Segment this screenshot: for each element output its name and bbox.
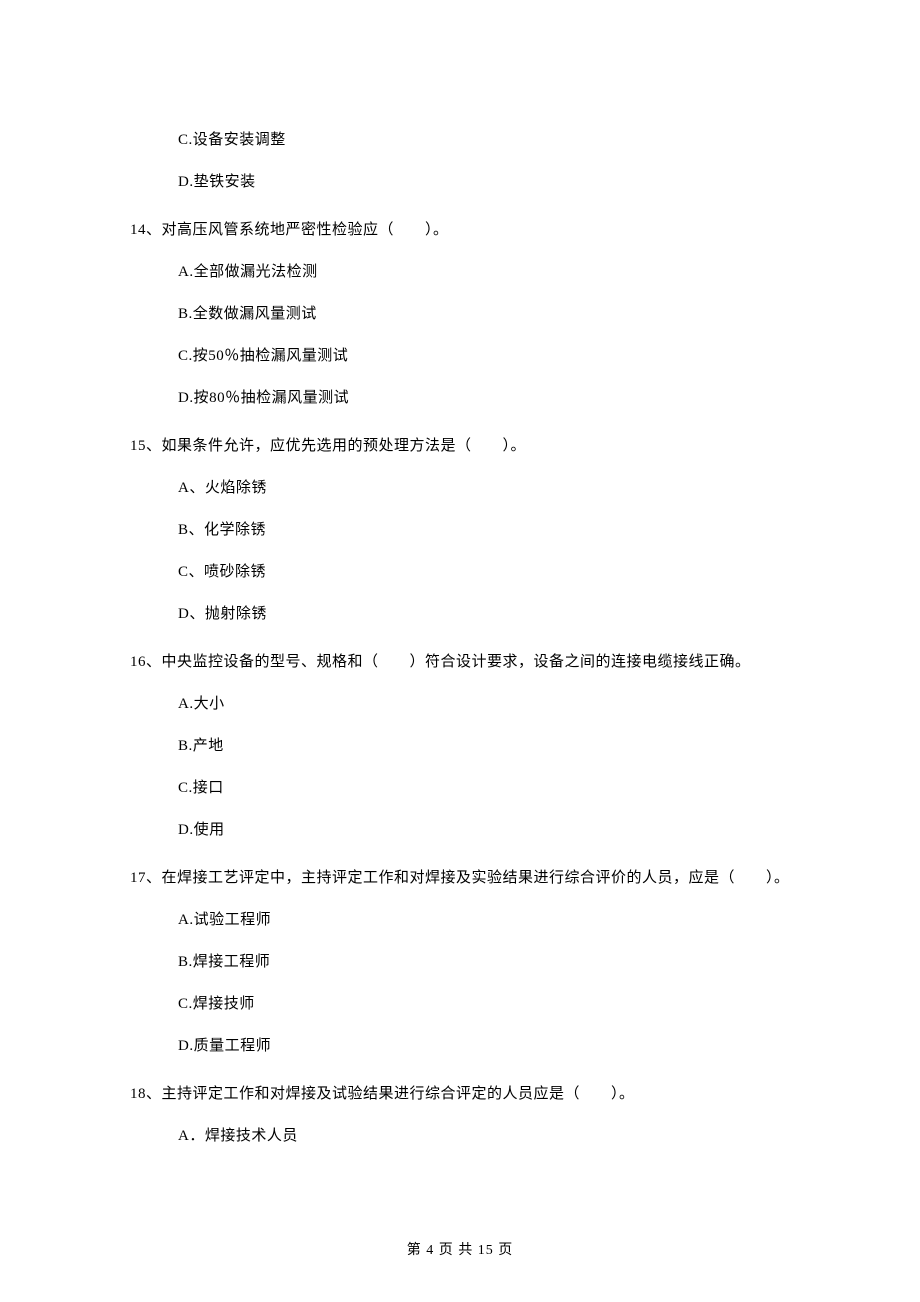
stem-text-post: ）。 <box>503 438 527 454</box>
option: C.按50％抽检漏风量测试 <box>178 344 790 368</box>
blank <box>379 650 410 674</box>
stem-text-post: ）符合设计要求，设备之间的连接电缆接线正确。 <box>410 654 751 670</box>
stem-text-pre: 16、中央监控设备的型号、规格和（ <box>130 654 379 670</box>
option: D、抛射除锈 <box>178 602 790 626</box>
blank <box>580 1082 611 1106</box>
option: D.质量工程师 <box>178 1034 790 1058</box>
option: D.垫铁安装 <box>178 170 790 194</box>
stem-text-post: ）。 <box>766 870 790 886</box>
option: A、火焰除锈 <box>178 476 790 500</box>
question-stem: 18、主持评定工作和对焊接及试验结果进行综合评定的人员应是（ ）。 <box>130 1082 790 1106</box>
option: A.全部做漏光法检测 <box>178 260 790 284</box>
option: B、化学除锈 <box>178 518 790 542</box>
option: C.焊接技师 <box>178 992 790 1016</box>
option: C、喷砂除锈 <box>178 560 790 584</box>
option: A.试验工程师 <box>178 908 790 932</box>
blank <box>472 434 503 458</box>
stem-text-pre: 15、如果条件允许，应优先选用的预处理方法是（ <box>130 438 472 454</box>
page: C.设备安装调整 D.垫铁安装 14、对高压风管系统地严密性检验应（ ）。 A.… <box>0 0 920 1302</box>
option: A.大小 <box>178 692 790 716</box>
question-stem: 15、如果条件允许，应优先选用的预处理方法是（ ）。 <box>130 434 790 458</box>
stem-text-pre: 17、在焊接工艺评定中，主持评定工作和对焊接及实验结果进行综合评价的人员，应是（ <box>130 870 735 886</box>
page-footer: 第 4 页 共 15 页 <box>0 1240 920 1262</box>
option: B.产地 <box>178 734 790 758</box>
blank <box>394 218 425 242</box>
question-stem: 14、对高压风管系统地严密性检验应（ ）。 <box>130 218 790 242</box>
question-stem: 16、中央监控设备的型号、规格和（ ）符合设计要求，设备之间的连接电缆接线正确。 <box>130 650 790 674</box>
stem-text-pre: 18、主持评定工作和对焊接及试验结果进行综合评定的人员应是（ <box>130 1086 580 1102</box>
stem-text-post: ）。 <box>611 1086 635 1102</box>
stem-text-post: ）。 <box>425 222 449 238</box>
option: C.设备安装调整 <box>178 128 790 152</box>
option: C.接口 <box>178 776 790 800</box>
option: B.全数做漏风量测试 <box>178 302 790 326</box>
option: A．焊接技术人员 <box>178 1124 790 1148</box>
option: D.按80％抽检漏风量测试 <box>178 386 790 410</box>
blank <box>735 866 766 890</box>
stem-text-pre: 14、对高压风管系统地严密性检验应（ <box>130 222 394 238</box>
question-stem: 17、在焊接工艺评定中，主持评定工作和对焊接及实验结果进行综合评价的人员，应是（… <box>130 866 790 890</box>
option: B.焊接工程师 <box>178 950 790 974</box>
option: D.使用 <box>178 818 790 842</box>
